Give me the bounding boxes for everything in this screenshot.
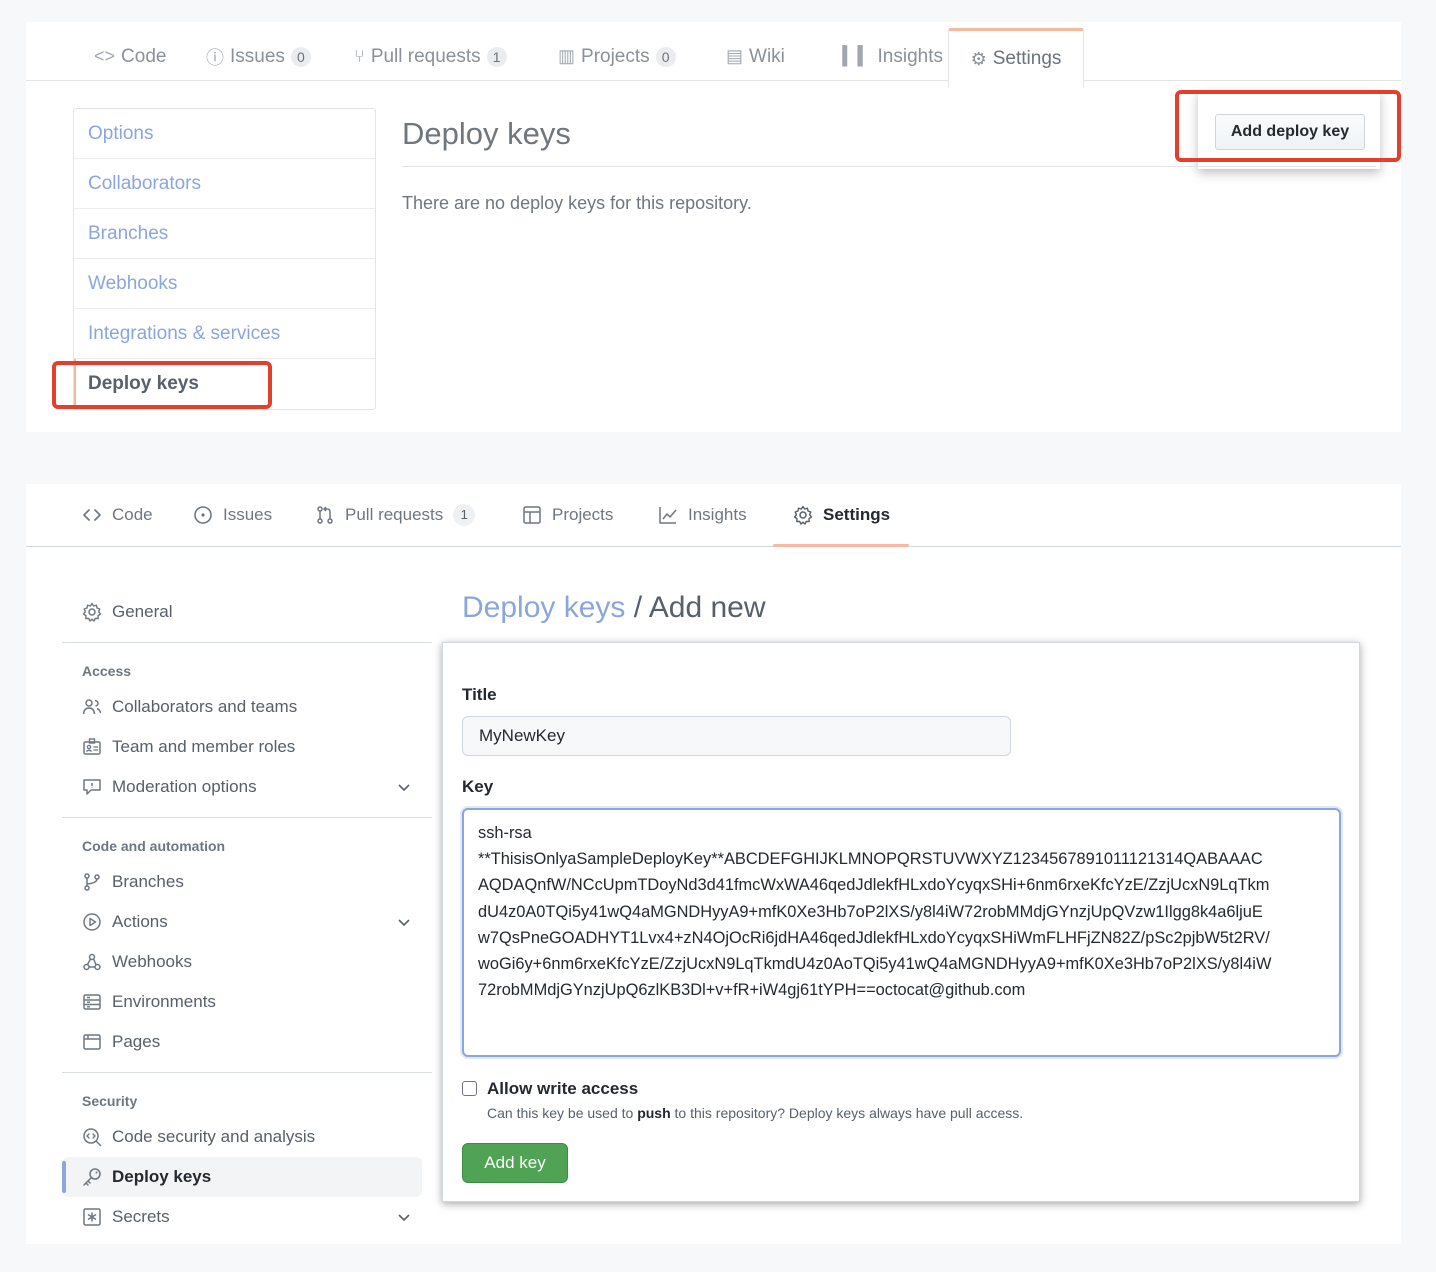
chevron-down-icon[interactable] (396, 779, 412, 795)
empty-message: There are no deploy keys for this reposi… (402, 193, 752, 213)
sidebar-group-access: Access (82, 663, 132, 679)
people-icon (82, 697, 102, 717)
issue-opened-icon (193, 505, 213, 525)
git-branch-icon (82, 872, 102, 892)
sidebar-item-pages[interactable]: Pages (62, 1022, 432, 1062)
report-icon (82, 777, 102, 797)
pull-requests-counter: 1 (453, 503, 476, 526)
sidebar-item-actions[interactable]: Actions (62, 902, 432, 942)
server-icon (82, 992, 102, 1012)
browser-icon (82, 1032, 102, 1052)
menu-item-integrations[interactable]: Integrations & services (74, 309, 375, 359)
key-icon (82, 1167, 102, 1187)
key-textarea[interactable]: ssh-rsa **ThisisOnlyaSampleDeployKey**AB… (462, 808, 1341, 1057)
tab-wiki[interactable]: ▤ Wiki (726, 22, 785, 81)
tab-code[interactable]: <> Code (94, 22, 166, 81)
webhook-icon (82, 952, 102, 972)
tab-projects[interactable]: ▥ Projects 0 (558, 22, 676, 81)
sidebar-item-moderation[interactable]: Moderation options (62, 767, 432, 807)
settings-sidebar: General Access Collaborators and teams T… (62, 592, 432, 1237)
chevron-down-icon[interactable] (396, 1209, 412, 1225)
gear-icon: ⚙ (970, 48, 987, 69)
tab-issues[interactable]: ⓘ Issues 0 (206, 22, 311, 81)
tab-projects[interactable]: Projects (522, 484, 613, 547)
menu-item-branches[interactable]: Branches (74, 209, 375, 259)
sidebar-group-security: Security (82, 1093, 138, 1109)
repo-tabs: <> Code ⓘ Issues 0 ⑂ Pull requests 1 ▥ P… (26, 22, 1401, 88)
issue-icon: ⓘ (206, 47, 224, 68)
chevron-down-icon[interactable] (396, 914, 412, 930)
breadcrumb-deploy-keys-link[interactable]: Deploy keys (462, 591, 625, 624)
id-badge-icon (82, 737, 102, 757)
allow-write-checkbox[interactable] (462, 1081, 477, 1096)
repo-tabs: Code Issues Pull requests 1 Projects Ins… (26, 484, 1401, 547)
sidebar-item-team-roles[interactable]: Team and member roles (62, 727, 432, 767)
sidebar-item-code-security[interactable]: Code security and analysis (62, 1117, 432, 1157)
tab-pull-requests[interactable]: Pull requests 1 (315, 484, 476, 547)
tab-settings[interactable]: ⚙ Settings (948, 28, 1084, 88)
sidebar-item-deploy-keys[interactable]: Deploy keys (62, 1157, 422, 1197)
project-icon: ▥ (558, 46, 576, 66)
add-key-button[interactable]: Add key (462, 1143, 568, 1183)
menu-item-collaborators[interactable]: Collaborators (74, 159, 375, 209)
tab-insights[interactable]: ▕▎▍ Insights (830, 22, 943, 81)
code-icon (82, 505, 102, 525)
breadcrumb: Deploy keys / Add new (462, 591, 766, 625)
sidebar-item-branches[interactable]: Branches (62, 862, 432, 902)
sidebar-item-environments[interactable]: Environments (62, 982, 432, 1022)
highlight-deploy-keys (52, 361, 272, 409)
new-settings-panel: Code Issues Pull requests 1 Projects Ins… (26, 484, 1401, 1244)
play-icon (82, 912, 102, 932)
projects-counter: 0 (655, 46, 676, 67)
sidebar-item-webhooks[interactable]: Webhooks (62, 942, 432, 982)
git-pull-request-icon (315, 505, 335, 525)
selected-tab-underline (773, 544, 909, 547)
graph-icon (658, 505, 678, 525)
allow-write-label[interactable]: Allow write access (487, 1079, 638, 1099)
menu-item-webhooks[interactable]: Webhooks (74, 259, 375, 309)
wiki-icon: ▤ (726, 46, 744, 66)
tab-settings[interactable]: Settings (793, 484, 890, 547)
tab-code[interactable]: Code (82, 484, 153, 547)
allow-write-note: Can this key be used to push to this rep… (487, 1105, 1024, 1121)
table-icon (522, 505, 542, 525)
gear-icon (793, 505, 813, 525)
page-title: Deploy keys (402, 116, 571, 151)
sidebar-item-secrets[interactable]: Secrets (62, 1197, 432, 1237)
breadcrumb-current: Add new (648, 591, 766, 624)
add-deploy-key-form: Title Key ssh-rsa **ThisisOnlyaSampleDep… (442, 642, 1360, 1202)
tab-pull-requests[interactable]: ⑂ Pull requests 1 (354, 22, 507, 81)
key-label: Key (462, 777, 494, 796)
sidebar-item-collaborators[interactable]: Collaborators and teams (62, 687, 432, 727)
tab-insights[interactable]: Insights (658, 484, 747, 547)
key-asterisk-icon (82, 1207, 102, 1227)
code-icon: <> (94, 46, 116, 66)
sidebar-item-general[interactable]: General (62, 592, 432, 632)
tab-issues[interactable]: Issues (193, 484, 272, 547)
sidebar-group-code-automation: Code and automation (82, 838, 226, 854)
title-label: Title (462, 685, 497, 704)
gear-icon (82, 602, 102, 622)
graph-icon: ▕▎▍ (830, 46, 872, 66)
highlight-add-button (1175, 90, 1401, 162)
issues-counter: 0 (290, 46, 311, 67)
menu-item-options[interactable]: Options (74, 109, 375, 159)
pull-request-icon: ⑂ (354, 46, 365, 66)
codescan-icon (82, 1127, 102, 1147)
pull-requests-counter: 1 (486, 46, 507, 67)
breadcrumb-separator: / (625, 591, 649, 624)
title-input[interactable] (462, 716, 1011, 756)
